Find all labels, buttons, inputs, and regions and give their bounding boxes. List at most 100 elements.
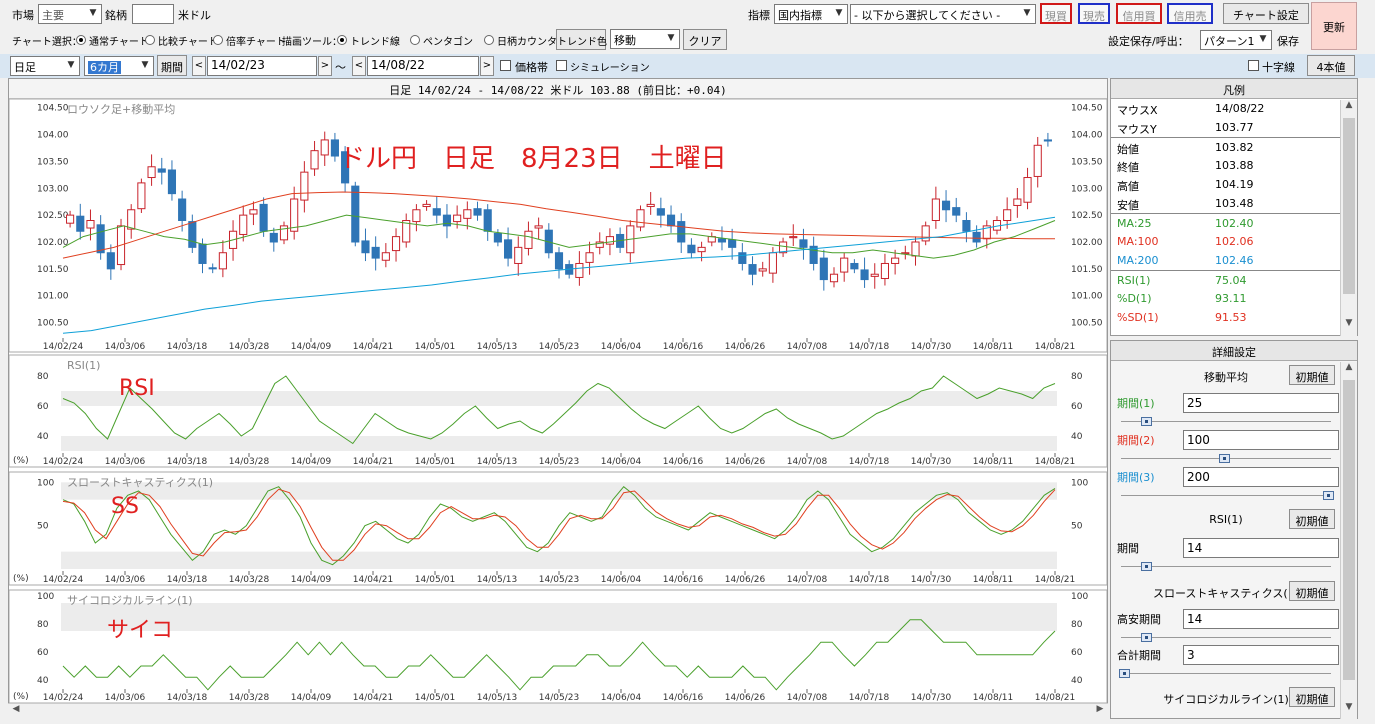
rsi-init-button[interactable]: 初期値: [1289, 509, 1335, 529]
simulation-label: シミュレーション: [570, 63, 650, 74]
ma-period3-slider[interactable]: [1323, 491, 1334, 500]
legend-row: 安値 103.48: [1111, 194, 1357, 213]
four-values-button[interactable]: 4本値: [1307, 55, 1355, 76]
stoch-panel-x-label: 14/03/28: [229, 575, 270, 585]
price-panel-tick-left: 102.50: [37, 211, 69, 221]
stoch-panel-x-label: 14/07/08: [787, 575, 828, 585]
detail-scroll-thumb[interactable]: [1343, 380, 1355, 680]
chart-settings-button[interactable]: チャート設定: [1223, 3, 1309, 24]
market-select[interactable]: 主要 ▼: [38, 4, 102, 24]
candle-body: [666, 214, 676, 227]
detail-scrollbar[interactable]: ▲ ▼: [1340, 362, 1357, 719]
radio-trendline[interactable]: [337, 35, 347, 45]
rsi-period-input[interactable]: 14: [1183, 538, 1339, 558]
stoch-hl-slider-track: [1121, 637, 1331, 638]
legend-scrollbar[interactable]: ▲ ▼: [1340, 100, 1357, 336]
stoch-init-button[interactable]: 初期値: [1289, 581, 1335, 601]
scroll-up-icon[interactable]: ▲: [1341, 362, 1357, 378]
legend-key: %SD(1): [1117, 311, 1159, 324]
radio-compare-chart[interactable]: [145, 35, 155, 45]
legend-key: %D(1): [1117, 292, 1152, 305]
horizontal-scrollbar[interactable]: ◀ ▶: [8, 703, 1108, 719]
market-select-value: 主要: [42, 9, 64, 22]
candle-body: [127, 209, 136, 230]
ma-period3-input[interactable]: 200: [1183, 467, 1339, 487]
indicator-list-select[interactable]: - 以下から選択してください - ▼: [850, 4, 1036, 24]
stoch-hl-label: 高安期間: [1117, 613, 1161, 626]
psy-panel-band: [61, 603, 1057, 631]
period-button[interactable]: 期間: [157, 55, 187, 76]
ma-init-button[interactable]: 初期値: [1289, 365, 1335, 385]
ma-period1-input[interactable]: 25: [1183, 393, 1339, 413]
radio-ratio-chart[interactable]: [213, 35, 223, 45]
margin-buy-button[interactable]: 信用買: [1116, 3, 1162, 24]
radio-pentagon[interactable]: [410, 35, 420, 45]
legend-row: マウスX 14/08/22: [1111, 99, 1357, 118]
legend-row: %SD(1) 91.53: [1111, 308, 1357, 327]
period-select[interactable]: 6カ月 ▼: [84, 56, 154, 76]
save-button[interactable]: 保存: [1277, 33, 1299, 49]
pattern-select[interactable]: パターン1 ▼: [1200, 30, 1272, 50]
rsi-panel-tick-right: 80: [1071, 372, 1083, 382]
candle-body: [463, 209, 472, 219]
from-date-input[interactable]: 14/02/23: [207, 56, 317, 76]
rsi-period-label: 期間: [1117, 542, 1139, 555]
simulation-checkbox[interactable]: [556, 60, 567, 71]
candle-body: [330, 139, 339, 157]
spot-buy-button[interactable]: 現買: [1040, 3, 1072, 24]
stoch-panel-tick-left: 50: [37, 522, 49, 532]
rsi-period-slider[interactable]: [1141, 562, 1152, 571]
rsi-panel-x-label: 14/06/26: [725, 457, 766, 467]
interval-select[interactable]: 日足 ▼: [10, 56, 80, 76]
candle-body: [412, 209, 421, 223]
chevron-down-icon: ▼: [1023, 8, 1031, 18]
crosshair-checkbox[interactable]: [1248, 60, 1259, 71]
move-select[interactable]: 移動 ▼: [610, 29, 680, 49]
candle-body: [422, 203, 431, 208]
radio-normal-chart[interactable]: [76, 35, 86, 45]
ma-period1-slider[interactable]: [1141, 417, 1152, 426]
to-date-prev-button[interactable]: <: [352, 56, 366, 76]
indicator-select[interactable]: 国内指標 ▼: [774, 4, 848, 24]
symbol-input[interactable]: [132, 4, 174, 24]
stoch-hl-input[interactable]: 14: [1183, 609, 1339, 629]
candle-body: [605, 236, 614, 245]
price-panel-tick-left: 103.00: [37, 184, 69, 194]
from-date-next-button[interactable]: >: [318, 56, 332, 76]
top-toolbar: 市場 主要 ▼ 銘柄 米ドル 指標 国内指標 ▼ - 以下から選択してください - ▼…: [0, 0, 1375, 50]
clear-button[interactable]: クリア: [683, 29, 727, 50]
scroll-right-icon[interactable]: ▶: [1092, 704, 1108, 720]
ma-period2-slider[interactable]: [1219, 454, 1230, 463]
legend-value: 102.06: [1215, 235, 1254, 248]
to-date-input[interactable]: 14/08/22: [367, 56, 479, 76]
chevron-left-icon: <: [354, 60, 364, 71]
stoch-sum-input[interactable]: 3: [1183, 645, 1339, 665]
trend-color-button[interactable]: トレンド色: [556, 29, 607, 50]
scroll-down-icon[interactable]: ▼: [1341, 318, 1357, 334]
margin-sell-button[interactable]: 信用売: [1167, 3, 1213, 24]
psy-panel-x-label: 14/03/18: [167, 693, 208, 703]
stoch-sum-slider[interactable]: [1119, 669, 1130, 678]
chart-area[interactable]: 日足 14/02/24 - 14/08/22 米ドル 103.88 (前日比：+…: [8, 78, 1108, 719]
scroll-left-icon[interactable]: ◀: [8, 704, 24, 720]
price-band-checkbox[interactable]: [500, 60, 511, 71]
stoch-hl-slider[interactable]: [1141, 633, 1152, 642]
spot-sell-button[interactable]: 現売: [1078, 3, 1110, 24]
ma-period2-label: 期間(2): [1117, 434, 1155, 447]
psy-pct-label: (%): [13, 692, 29, 702]
rsi-panel-x-label: 14/05/23: [539, 457, 579, 467]
candle-body: [493, 232, 502, 243]
to-date-next-button[interactable]: >: [480, 56, 494, 76]
ma-period2-input[interactable]: 100: [1183, 430, 1339, 450]
from-date-prev-button[interactable]: <: [192, 56, 206, 76]
legend-value: 103.88: [1215, 159, 1254, 172]
legend-scroll-thumb[interactable]: [1343, 118, 1355, 294]
scroll-down-icon[interactable]: ▼: [1341, 702, 1357, 718]
rsi-panel-x-label: 14/08/21: [1035, 457, 1075, 467]
radio-daycounter[interactable]: [484, 35, 494, 45]
chart-canvas[interactable]: 104.50 104.50 104.00 104.00 103.50 103.50 103.…: [9, 99, 1107, 724]
chevron-down-icon: ▼: [67, 60, 75, 70]
scroll-up-icon[interactable]: ▲: [1341, 100, 1357, 116]
psy-init-button[interactable]: 初期値: [1289, 687, 1335, 707]
legend-row: 高値 104.19: [1111, 175, 1357, 194]
